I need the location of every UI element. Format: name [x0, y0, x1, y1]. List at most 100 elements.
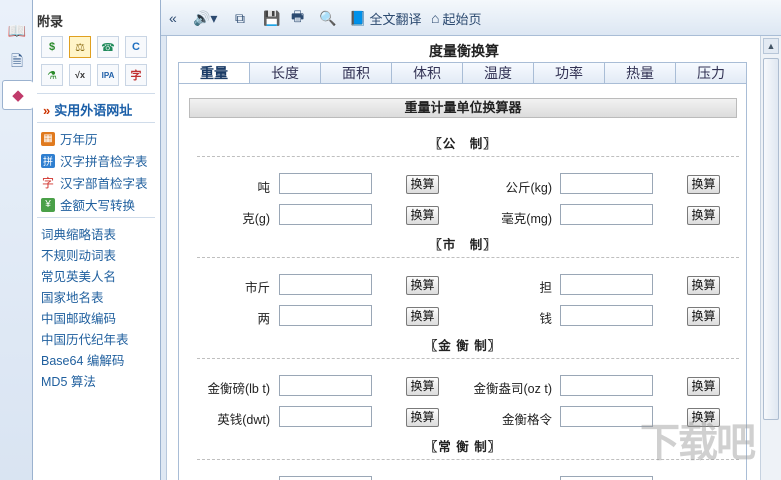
unit-input[interactable] [279, 375, 372, 396]
section-title: 〖公 制〗 [429, 137, 497, 151]
scroll-up-icon[interactable]: ▲ [763, 38, 779, 54]
tab-temperature[interactable]: 温度 [462, 63, 533, 84]
print-icon[interactable]: 🖶 [291, 8, 304, 27]
divider [197, 156, 739, 157]
unit-label: 克(g) [242, 212, 270, 226]
unit-input[interactable] [560, 274, 653, 295]
convert-button[interactable]: 换算 [687, 307, 720, 326]
tab-heat[interactable]: 热量 [604, 63, 675, 84]
scroll-thumb[interactable] [763, 58, 779, 420]
unit-label: 金衡格令 [501, 413, 552, 427]
flask-icon[interactable]: ⚗ [41, 64, 63, 86]
sidebar-link[interactable]: 中国邮政编码 [41, 308, 116, 327]
sidebar-link[interactable]: 国家地名表 [41, 287, 104, 306]
amount-uppercase-link[interactable]: ¥ 金额大写转换 [41, 195, 135, 214]
convert-button[interactable]: 换算 [687, 175, 720, 194]
unit-label: 两 [257, 312, 270, 326]
convert-button[interactable]: 换算 [406, 276, 439, 295]
unit-input[interactable] [560, 173, 653, 194]
scale-icon[interactable]: ⚖ [69, 36, 91, 58]
document-search-icon[interactable]: 🗎 [4, 48, 30, 78]
radical-icon: 字 [41, 175, 55, 190]
copy-icon[interactable]: ⧉ [235, 9, 245, 27]
pinyin-icon: 拼 [41, 153, 55, 168]
appendix-tools-icon[interactable]: ◆ [2, 80, 33, 110]
currency-icon[interactable]: $ [41, 36, 63, 58]
tab-area[interactable]: 面积 [320, 63, 391, 84]
phone-icon[interactable]: ☎ [97, 36, 119, 58]
unit-input[interactable] [560, 204, 653, 225]
convert-button[interactable]: 换算 [406, 175, 439, 194]
unit-tabs: 重量 长度 面积 体积 温度 功率 热量 压力 [178, 62, 747, 84]
translate-icon: 📘 [349, 9, 367, 26]
find-icon[interactable]: 🔍 [319, 9, 336, 27]
radical-index-link[interactable]: 字 汉字部首检字表 [41, 173, 148, 192]
refresh-icon[interactable]: C [125, 36, 147, 58]
section-title: 〖市 制〗 [429, 238, 497, 252]
unit-label: 英钱(dwt) [217, 413, 270, 427]
tab-length[interactable]: 长度 [249, 63, 320, 84]
unit-label: 金衡盎司(oz t) [473, 382, 552, 396]
convert-button[interactable]: 换算 [687, 206, 720, 225]
unit-input[interactable] [279, 305, 372, 326]
collapse-icon[interactable]: « [169, 9, 177, 27]
convert-button[interactable]: 换算 [406, 408, 439, 427]
speaker-icon[interactable]: 🔊▾ [193, 9, 217, 27]
home-icon: ⌂ [431, 10, 440, 26]
rune-icon[interactable]: 字 [125, 64, 147, 86]
converter-title: 重量计量单位换算器 [189, 98, 737, 118]
save-icon[interactable]: 💾 [263, 9, 280, 27]
perpetual-calendar-link[interactable]: ▦ 万年历 [41, 129, 98, 148]
unit-input[interactable] [279, 274, 372, 295]
sidebar-header: 附录 [37, 14, 64, 29]
sidebar-link[interactable]: 中国历代纪年表 [41, 329, 129, 348]
vertical-tab-strip: 📖 🗎 ◆ [0, 0, 33, 480]
full-translate-button[interactable]: 📘 全文翻译 [349, 9, 421, 27]
convert-button[interactable]: 换算 [687, 377, 720, 396]
tab-volume[interactable]: 体积 [391, 63, 462, 84]
unit-input[interactable] [279, 406, 372, 427]
divider [37, 217, 155, 218]
unit-label: 公斤(kg) [505, 181, 552, 195]
tab-power[interactable]: 功率 [533, 63, 604, 84]
sidebar-link[interactable]: 词典缩略语表 [41, 224, 116, 243]
vertical-scrollbar[interactable]: ▲ [760, 36, 781, 480]
sidebar-link[interactable]: Base64 编解码 [41, 350, 124, 369]
unit-input[interactable] [560, 305, 653, 326]
home-button[interactable]: ⌂ 起始页 [431, 9, 481, 27]
convert-button[interactable]: 换算 [687, 276, 720, 295]
dictionary-book-icon[interactable]: 📖 [4, 16, 30, 46]
divider [197, 358, 739, 359]
unit-input[interactable] [279, 204, 372, 225]
pinyin-index-link[interactable]: 拼 汉字拼音检字表 [41, 151, 148, 170]
calendar-icon: ▦ [41, 131, 55, 146]
tab-weight[interactable]: 重量 [179, 63, 249, 84]
unit-input[interactable] [560, 476, 653, 480]
convert-button[interactable]: 换算 [406, 377, 439, 396]
sqrt-icon[interactable]: √x [69, 64, 91, 86]
sidebar-link[interactable]: MD5 算法 [41, 371, 96, 390]
section-title: 〖金 衡 制〗 [424, 339, 502, 353]
unit-label: 金衡磅(lb t) [207, 382, 270, 396]
ipa-icon[interactable]: IPA [97, 64, 119, 86]
unit-label: 毫克(mg) [501, 212, 552, 226]
unit-input[interactable] [279, 476, 372, 480]
unit-label: 担 [539, 281, 552, 295]
sidebar-link[interactable]: 不规则动词表 [41, 245, 116, 264]
convert-button[interactable]: 换算 [406, 307, 439, 326]
unit-label: 钱 [539, 312, 552, 326]
sidebar-link[interactable]: 常见英美人名 [41, 266, 116, 285]
foreign-language-sites-link[interactable]: 实用外语网址 [43, 100, 132, 119]
divider [37, 93, 155, 94]
page-title: 度量衡换算 [429, 43, 499, 59]
convert-button[interactable]: 换算 [406, 206, 439, 225]
divider [197, 257, 739, 258]
toolbar: « 🔊▾ ⧉ 💾 🖶 🔍 📘 全文翻译 ⌂ 起始页 [161, 0, 781, 36]
unit-input[interactable] [279, 173, 372, 194]
watermark-logo: 下载吧 [640, 421, 756, 465]
money-icon: ¥ [41, 197, 55, 212]
divider [37, 122, 155, 123]
unit-input[interactable] [560, 375, 653, 396]
tab-pressure[interactable]: 压力 [675, 63, 746, 84]
unit-label: 市斤 [244, 281, 270, 295]
